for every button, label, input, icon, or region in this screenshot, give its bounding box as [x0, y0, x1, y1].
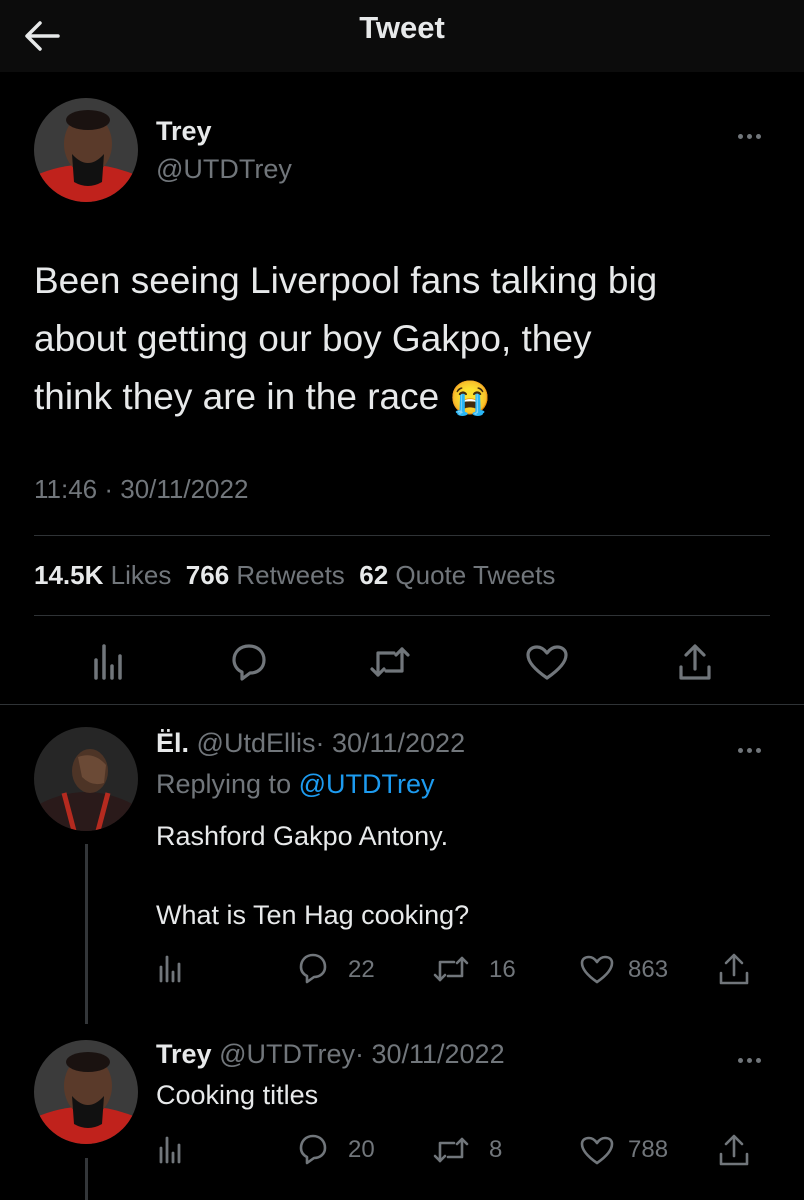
like-icon[interactable]	[580, 955, 614, 990]
share-icon[interactable]	[718, 953, 750, 990]
like-count: 788	[628, 1136, 669, 1163]
more-options-icon[interactable]	[738, 740, 778, 753]
like-count: 863	[628, 956, 669, 983]
reply-date[interactable]: · 30/11/2022	[315, 728, 465, 758]
avatar[interactable]	[34, 1040, 138, 1144]
reply-date[interactable]: · 30/11/2022	[355, 1039, 505, 1069]
like-icon[interactable]	[526, 645, 568, 686]
retweets-label[interactable]: Retweets	[236, 560, 344, 590]
tweet-text-line-text: think they are in the race	[34, 376, 440, 417]
analytics-icon[interactable]	[92, 644, 126, 685]
retweet-icon[interactable]	[432, 1136, 470, 1169]
replying-to-link[interactable]: @UTDTrey	[299, 769, 435, 799]
top-bar: Tweet	[0, 0, 804, 72]
like-icon[interactable]	[580, 1136, 614, 1171]
divider	[34, 615, 770, 616]
reply-author-handle[interactable]: @UtdEllis	[197, 728, 316, 758]
tweet-text-line: Been seeing Liverpool fans talking big	[34, 260, 658, 301]
quote-tweets-count[interactable]: 62	[359, 560, 388, 590]
reply-text-line: Rashford Gakpo Antony.	[156, 821, 449, 851]
tweet-timestamp[interactable]: 11:46 · 30/11/2022	[34, 474, 248, 505]
reply-header: Ël. @UtdEllis· 30/11/2022	[156, 728, 465, 759]
more-options-icon[interactable]	[738, 126, 778, 139]
retweets-count[interactable]: 766	[186, 560, 229, 590]
author-name[interactable]: Trey	[156, 116, 212, 147]
crying-emoji-icon: 😭	[449, 379, 491, 416]
replying-to: Replying to @UTDTrey	[156, 769, 435, 800]
retweet-icon[interactable]	[432, 955, 470, 988]
replying-to-label: Replying to	[156, 769, 292, 799]
reply-count: 22	[348, 956, 375, 983]
tweet-text-line: about getting our boy Gakpo, they	[34, 318, 592, 359]
author-handle[interactable]: @UTDTrey	[156, 154, 292, 185]
reply-icon[interactable]	[231, 643, 267, 686]
tweet-text: Been seeing Liverpool fans talking big a…	[34, 252, 657, 427]
engagement-stats: 14.5K Likes 766 Retweets 62 Quote Tweets	[34, 560, 555, 591]
reply-text-line: What is Ten Hag cooking?	[156, 900, 470, 930]
share-icon[interactable]	[718, 1134, 750, 1171]
analytics-icon[interactable]	[158, 1136, 184, 1169]
reply-icon[interactable]	[298, 953, 328, 989]
retweet-icon[interactable]	[368, 645, 412, 684]
quote-tweets-label[interactable]: Quote Tweets	[395, 560, 555, 590]
analytics-icon[interactable]	[158, 955, 184, 988]
thread-line	[85, 1158, 88, 1200]
reply-icon[interactable]	[298, 1134, 328, 1170]
reply-header: Trey @UTDTrey· 30/11/2022	[156, 1039, 505, 1070]
retweet-count: 8	[489, 1136, 503, 1163]
divider	[0, 704, 804, 705]
page-title: Tweet	[359, 10, 445, 45]
avatar[interactable]	[34, 727, 138, 831]
retweet-count: 16	[489, 956, 516, 983]
thread-line	[85, 844, 88, 1024]
divider	[34, 535, 770, 536]
likes-count[interactable]: 14.5K	[34, 560, 103, 590]
tweet-text-line: think they are in the race 😭	[34, 368, 657, 427]
reply-text-line: Cooking titles	[156, 1080, 319, 1110]
more-options-icon[interactable]	[738, 1050, 778, 1063]
reply-author-name[interactable]: Trey	[156, 1039, 212, 1069]
reply-count: 20	[348, 1136, 375, 1163]
share-icon[interactable]	[677, 643, 713, 686]
avatar[interactable]	[34, 98, 138, 202]
reply-author-name[interactable]: Ël.	[156, 728, 189, 758]
reply-author-handle[interactable]: @UTDTrey	[219, 1039, 355, 1069]
likes-label[interactable]: Likes	[111, 560, 172, 590]
